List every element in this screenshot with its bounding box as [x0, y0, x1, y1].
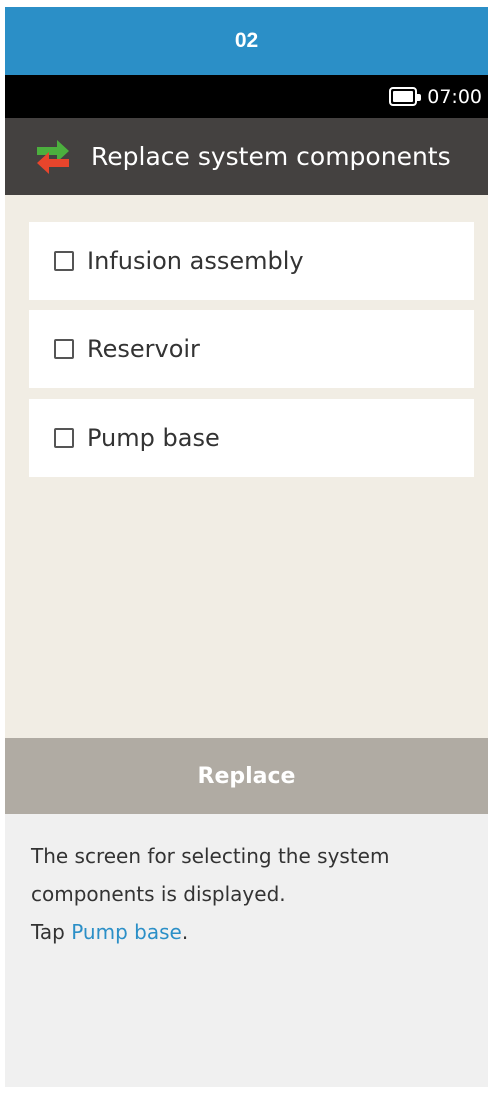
- pump-base-link[interactable]: Pump base: [71, 920, 182, 944]
- instruction-text: The screen for selecting the system comp…: [31, 837, 471, 951]
- battery-icon: [389, 87, 422, 106]
- status-bar: 07:00: [5, 75, 488, 118]
- clock-time: 07:00: [427, 85, 482, 108]
- screen-title: Replace system components: [91, 142, 451, 171]
- title-bar: Replace system components: [5, 118, 488, 195]
- checkbox[interactable]: [54, 339, 74, 359]
- replace-button[interactable]: Replace: [5, 738, 488, 814]
- component-label: Reservoir: [87, 335, 200, 363]
- step-number: 02: [234, 29, 259, 52]
- component-item-infusion-assembly[interactable]: Infusion assembly: [29, 222, 474, 300]
- replace-button-label: Replace: [197, 763, 296, 789]
- component-list: Infusion assembly Reservoir Pump base: [5, 195, 488, 738]
- swap-arrows-icon: [37, 139, 69, 174]
- instruction-line-2: Tap Pump base.: [31, 913, 471, 951]
- instruction-card: 02 07:00 Replace system components Infus…: [5, 7, 488, 1087]
- checkbox[interactable]: [54, 251, 74, 271]
- instruction-prefix: Tap: [31, 920, 72, 944]
- component-item-pump-base[interactable]: Pump base: [29, 399, 474, 477]
- instruction-line-1: The screen for selecting the system comp…: [31, 844, 390, 906]
- component-label: Pump base: [87, 424, 220, 452]
- step-header: 02: [5, 7, 488, 75]
- component-label: Infusion assembly: [87, 247, 304, 275]
- instruction-suffix: .: [181, 920, 189, 944]
- checkbox[interactable]: [54, 428, 74, 448]
- component-item-reservoir[interactable]: Reservoir: [29, 310, 474, 388]
